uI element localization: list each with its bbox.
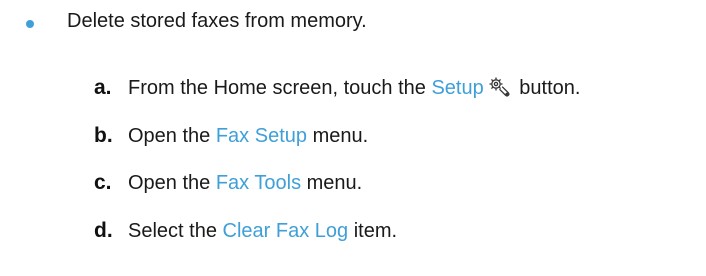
- clear-fax-log-link[interactable]: Clear Fax Log: [223, 220, 349, 242]
- step-text: From the Home screen, touch the Setup bu…: [128, 73, 580, 103]
- fax-setup-link[interactable]: Fax Setup: [216, 125, 307, 147]
- bullet-text: Delete stored faxes from memory.: [67, 10, 367, 32]
- step-text: Open the Fax Tools menu.: [128, 168, 362, 198]
- step-d: d. Select the Clear Fax Log item.: [0, 216, 706, 246]
- bullet-dot: [26, 20, 34, 28]
- step-text-before: From the Home screen, touch the: [128, 77, 432, 99]
- step-b: b. Open the Fax Setup menu.: [0, 121, 706, 151]
- setup-link[interactable]: Setup: [431, 77, 483, 99]
- fax-tools-link[interactable]: Fax Tools: [216, 172, 301, 194]
- step-letter: a.: [94, 76, 112, 99]
- step-letter: d.: [94, 219, 113, 242]
- step-letter: b.: [94, 124, 113, 147]
- step-text-after: menu.: [301, 172, 363, 194]
- step-text-before: Open the: [128, 172, 216, 194]
- step-text-after: menu.: [307, 125, 369, 147]
- step-letter: c.: [94, 171, 112, 194]
- step-text-after: item.: [348, 220, 398, 242]
- bullet-item: Delete stored faxes from memory.: [0, 6, 706, 36]
- step-text-after: button.: [513, 77, 581, 99]
- step-text-before: Select the: [128, 220, 223, 242]
- step-c: c. Open the Fax Tools menu.: [0, 168, 706, 198]
- step-text: Open the Fax Setup menu.: [128, 121, 368, 151]
- step-text: Select the Clear Fax Log item.: [128, 216, 397, 246]
- step-a: a. From the Home screen, touch the Setup: [0, 73, 706, 103]
- step-text-before: Open the: [128, 125, 216, 147]
- setup-wrench-gear-icon: [488, 76, 510, 98]
